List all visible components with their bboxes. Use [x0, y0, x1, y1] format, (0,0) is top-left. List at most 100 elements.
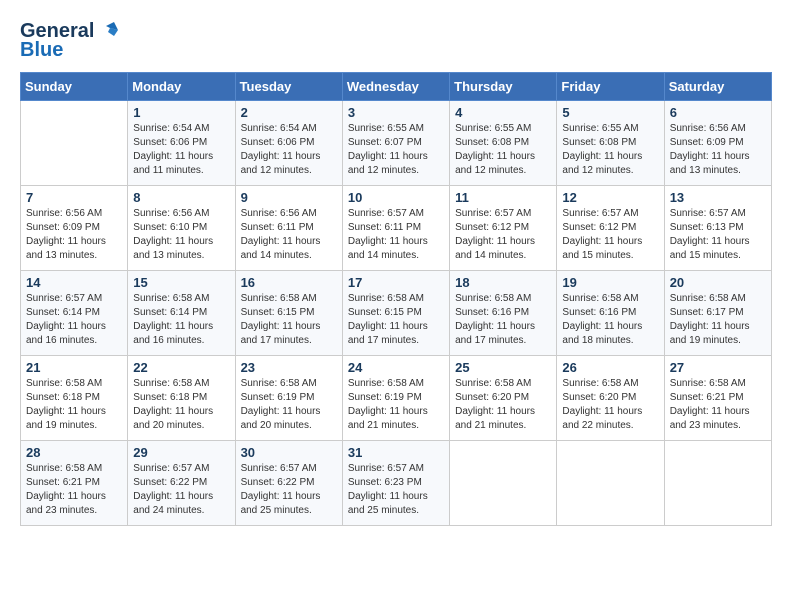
day-number: 29 [133, 445, 229, 460]
calendar-cell: 25 Sunrise: 6:58 AMSunset: 6:20 PMDayligh… [450, 356, 557, 441]
day-info: Sunrise: 6:57 AMSunset: 6:13 PMDaylight:… [670, 207, 766, 263]
calendar-cell: 20 Sunrise: 6:58 AMSunset: 6:17 PMDayligh… [664, 271, 771, 356]
logo: General Blue [20, 20, 118, 62]
calendar-cell: 29 Sunrise: 6:57 AMSunset: 6:22 PMDayligh… [128, 441, 235, 526]
day-number: 7 [26, 190, 122, 205]
day-info: Sunrise: 6:58 AMSunset: 6:20 PMDaylight:… [562, 377, 658, 433]
day-number: 20 [670, 275, 766, 290]
day-info: Sunrise: 6:57 AMSunset: 6:22 PMDaylight:… [241, 462, 337, 518]
day-number: 6 [670, 105, 766, 120]
calendar-week-row: 1 Sunrise: 6:54 AMSunset: 6:06 PMDaylight… [21, 101, 772, 186]
day-info: Sunrise: 6:58 AMSunset: 6:19 PMDaylight:… [348, 377, 444, 433]
day-number: 13 [670, 190, 766, 205]
day-number: 27 [670, 360, 766, 375]
day-number: 24 [348, 360, 444, 375]
day-number: 2 [241, 105, 337, 120]
day-info: Sunrise: 6:58 AMSunset: 6:15 PMDaylight:… [241, 292, 337, 348]
weekday-header: Friday [557, 73, 664, 101]
day-info: Sunrise: 6:57 AMSunset: 6:12 PMDaylight:… [562, 207, 658, 263]
calendar-cell: 7 Sunrise: 6:56 AMSunset: 6:09 PMDaylight… [21, 186, 128, 271]
weekday-header: Monday [128, 73, 235, 101]
calendar-cell: 8 Sunrise: 6:56 AMSunset: 6:10 PMDaylight… [128, 186, 235, 271]
calendar-cell: 17 Sunrise: 6:58 AMSunset: 6:15 PMDayligh… [342, 271, 449, 356]
day-info: Sunrise: 6:57 AMSunset: 6:22 PMDaylight:… [133, 462, 229, 518]
day-info: Sunrise: 6:57 AMSunset: 6:11 PMDaylight:… [348, 207, 444, 263]
day-info: Sunrise: 6:54 AMSunset: 6:06 PMDaylight:… [241, 122, 337, 178]
calendar-cell: 31 Sunrise: 6:57 AMSunset: 6:23 PMDayligh… [342, 441, 449, 526]
day-info: Sunrise: 6:58 AMSunset: 6:20 PMDaylight:… [455, 377, 551, 433]
day-info: Sunrise: 6:58 AMSunset: 6:17 PMDaylight:… [670, 292, 766, 348]
header: General Blue [20, 20, 772, 62]
day-number: 5 [562, 105, 658, 120]
day-info: Sunrise: 6:58 AMSunset: 6:19 PMDaylight:… [241, 377, 337, 433]
calendar-week-row: 28Sunrise: 6:58 AMSunset: 6:21 PMDayligh… [21, 441, 772, 526]
weekday-header: Tuesday [235, 73, 342, 101]
calendar-cell: 14Sunrise: 6:57 AMSunset: 6:14 PMDayligh… [21, 271, 128, 356]
day-info: Sunrise: 6:58 AMSunset: 6:16 PMDaylight:… [455, 292, 551, 348]
day-number: 10 [348, 190, 444, 205]
calendar-cell: 3Sunrise: 6:55 AMSunset: 6:07 PMDaylight… [342, 101, 449, 186]
calendar-cell: 19 Sunrise: 6:58 AMSunset: 6:16 PMDayligh… [557, 271, 664, 356]
day-number: 21 [26, 360, 122, 375]
calendar-cell [21, 101, 128, 186]
day-number: 31 [348, 445, 444, 460]
day-number: 22 [133, 360, 229, 375]
day-info: Sunrise: 6:58 AMSunset: 6:18 PMDaylight:… [133, 377, 229, 433]
day-number: 12 [562, 190, 658, 205]
day-info: Sunrise: 6:57 AMSunset: 6:23 PMDaylight:… [348, 462, 444, 518]
day-info: Sunrise: 6:58 AMSunset: 6:21 PMDaylight:… [670, 377, 766, 433]
day-info: Sunrise: 6:56 AMSunset: 6:09 PMDaylight:… [26, 207, 122, 263]
day-info: Sunrise: 6:57 AMSunset: 6:12 PMDaylight:… [455, 207, 551, 263]
weekday-header: Thursday [450, 73, 557, 101]
calendar-cell: 28Sunrise: 6:58 AMSunset: 6:21 PMDayligh… [21, 441, 128, 526]
day-info: Sunrise: 6:56 AMSunset: 6:10 PMDaylight:… [133, 207, 229, 263]
calendar-cell: 9 Sunrise: 6:56 AMSunset: 6:11 PMDaylight… [235, 186, 342, 271]
calendar-cell: 23 Sunrise: 6:58 AMSunset: 6:19 PMDayligh… [235, 356, 342, 441]
day-info: Sunrise: 6:55 AMSunset: 6:07 PMDaylight:… [348, 122, 444, 178]
day-number: 19 [562, 275, 658, 290]
calendar-cell: 30 Sunrise: 6:57 AMSunset: 6:22 PMDayligh… [235, 441, 342, 526]
day-number: 11 [455, 190, 551, 205]
day-number: 25 [455, 360, 551, 375]
calendar-cell [664, 441, 771, 526]
calendar-cell: 27 Sunrise: 6:58 AMSunset: 6:21 PMDayligh… [664, 356, 771, 441]
day-info: Sunrise: 6:55 AMSunset: 6:08 PMDaylight:… [455, 122, 551, 178]
day-info: Sunrise: 6:57 AMSunset: 6:14 PMDaylight:… [26, 292, 122, 348]
day-number: 15 [133, 275, 229, 290]
weekday-header: Saturday [664, 73, 771, 101]
calendar-cell: 18 Sunrise: 6:58 AMSunset: 6:16 PMDayligh… [450, 271, 557, 356]
day-info: Sunrise: 6:58 AMSunset: 6:15 PMDaylight:… [348, 292, 444, 348]
logo-blue: Blue [20, 39, 63, 62]
calendar-week-row: 7 Sunrise: 6:56 AMSunset: 6:09 PMDaylight… [21, 186, 772, 271]
day-number: 18 [455, 275, 551, 290]
calendar-cell: 16 Sunrise: 6:58 AMSunset: 6:15 PMDayligh… [235, 271, 342, 356]
calendar-cell: 5Sunrise: 6:55 AMSunset: 6:08 PMDaylight… [557, 101, 664, 186]
day-number: 1 [133, 105, 229, 120]
day-number: 8 [133, 190, 229, 205]
calendar-cell: 22 Sunrise: 6:58 AMSunset: 6:18 PMDayligh… [128, 356, 235, 441]
calendar-cell: 15 Sunrise: 6:58 AMSunset: 6:14 PMDayligh… [128, 271, 235, 356]
calendar-cell: 26Sunrise: 6:58 AMSunset: 6:20 PMDayligh… [557, 356, 664, 441]
day-number: 9 [241, 190, 337, 205]
weekday-header-row: SundayMondayTuesdayWednesdayThursdayFrid… [21, 73, 772, 101]
weekday-header: Wednesday [342, 73, 449, 101]
day-info: Sunrise: 6:58 AMSunset: 6:14 PMDaylight:… [133, 292, 229, 348]
calendar-cell [450, 441, 557, 526]
day-number: 16 [241, 275, 337, 290]
day-number: 4 [455, 105, 551, 120]
day-number: 17 [348, 275, 444, 290]
day-info: Sunrise: 6:58 AMSunset: 6:21 PMDaylight:… [26, 462, 122, 518]
day-number: 30 [241, 445, 337, 460]
day-info: Sunrise: 6:54 AMSunset: 6:06 PMDaylight:… [133, 122, 229, 178]
day-info: Sunrise: 6:56 AMSunset: 6:09 PMDaylight:… [670, 122, 766, 178]
calendar-week-row: 21 Sunrise: 6:58 AMSunset: 6:18 PMDayligh… [21, 356, 772, 441]
day-info: Sunrise: 6:56 AMSunset: 6:11 PMDaylight:… [241, 207, 337, 263]
calendar-cell [557, 441, 664, 526]
calendar-cell: 21 Sunrise: 6:58 AMSunset: 6:18 PMDayligh… [21, 356, 128, 441]
calendar-cell: 12 Sunrise: 6:57 AMSunset: 6:12 PMDayligh… [557, 186, 664, 271]
calendar-cell: 2 Sunrise: 6:54 AMSunset: 6:06 PMDaylight… [235, 101, 342, 186]
day-number: 23 [241, 360, 337, 375]
day-info: Sunrise: 6:58 AMSunset: 6:18 PMDaylight:… [26, 377, 122, 433]
calendar-cell: 4 Sunrise: 6:55 AMSunset: 6:08 PMDaylight… [450, 101, 557, 186]
day-info: Sunrise: 6:58 AMSunset: 6:16 PMDaylight:… [562, 292, 658, 348]
